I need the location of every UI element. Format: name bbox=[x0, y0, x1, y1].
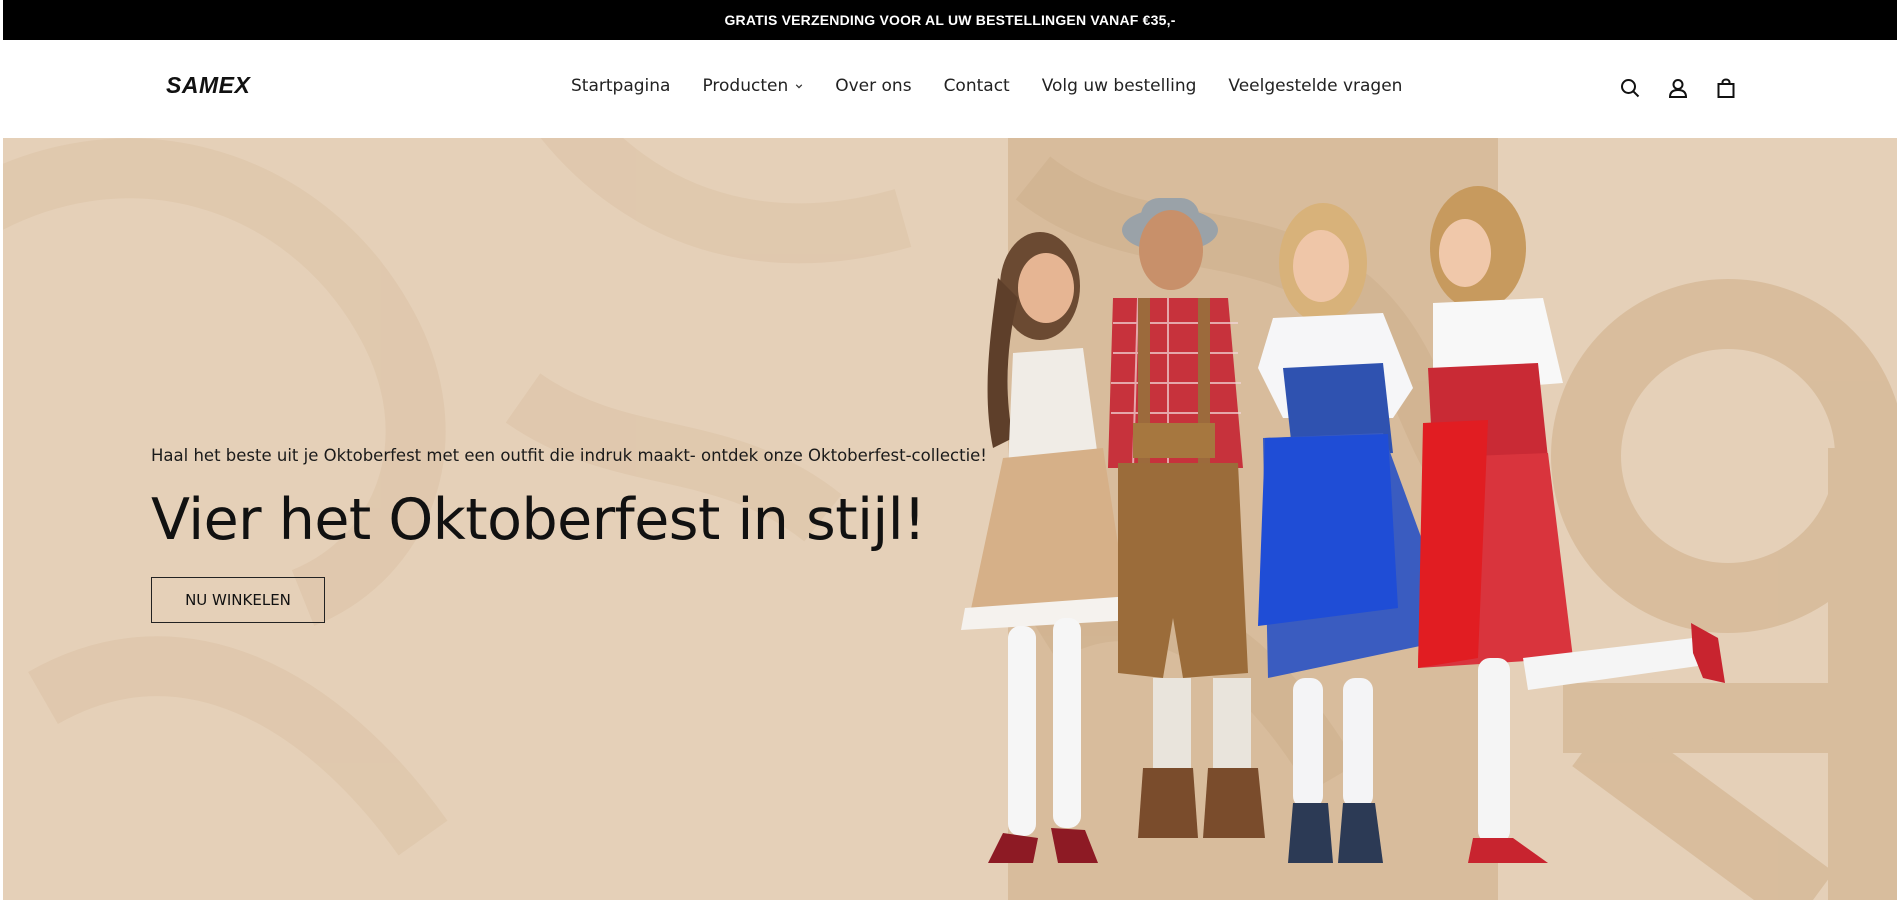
shop-now-button[interactable]: NU WINKELEN bbox=[151, 577, 325, 623]
cart-icon bbox=[1717, 78, 1735, 98]
chevron-down-icon bbox=[796, 84, 803, 89]
account-button[interactable] bbox=[1666, 76, 1690, 100]
search-icon bbox=[1621, 79, 1640, 98]
nav-item-label: Veelgestelde vragen bbox=[1228, 76, 1403, 96]
nav-item-label: Volg uw bestelling bbox=[1041, 76, 1197, 96]
hero-title: Vier het Oktoberfest in stijl! bbox=[151, 487, 926, 553]
nav-item-volg-uw-bestelling[interactable]: Volg uw bestelling bbox=[1042, 76, 1197, 96]
logo[interactable]: SAMEX bbox=[166, 72, 250, 99]
nav-item-startpagina[interactable]: Startpagina bbox=[571, 76, 670, 96]
nav-item-label: Contact bbox=[943, 76, 1010, 96]
hero-subtitle: Haal het beste uit je Oktoberfest met ee… bbox=[151, 446, 987, 465]
nav-item-contact[interactable]: Contact bbox=[944, 76, 1010, 96]
site-header: SAMEX Startpagina Producten Over ons Con… bbox=[3, 40, 1897, 138]
account-icon bbox=[1668, 79, 1688, 98]
hero-content: Haal het beste uit je Oktoberfest met ee… bbox=[151, 446, 987, 623]
search-button[interactable] bbox=[1618, 76, 1642, 100]
main-nav: Startpagina Producten Over ons Contact V… bbox=[571, 76, 1402, 96]
nav-item-producten[interactable]: Producten bbox=[702, 76, 803, 96]
nav-item-label: Producten bbox=[702, 76, 789, 96]
announcement-bar: GRATIS VERZENDING VOOR AL UW BESTELLINGE… bbox=[3, 0, 1897, 40]
hero-banner: Haal het beste uit je Oktoberfest met ee… bbox=[3, 138, 1897, 900]
model-woman-red-dirndl bbox=[1418, 186, 1725, 863]
announcement-text: GRATIS VERZENDING VOOR AL UW BESTELLINGE… bbox=[724, 12, 1176, 28]
header-icons bbox=[1618, 76, 1738, 100]
model-man-lederhosen bbox=[1108, 198, 1265, 838]
nav-item-label: Startpagina bbox=[571, 76, 671, 96]
cart-button[interactable] bbox=[1714, 76, 1738, 100]
shop-now-label: NU WINKELEN bbox=[185, 591, 291, 609]
nav-item-over-ons[interactable]: Over ons bbox=[835, 76, 911, 96]
nav-item-veelgestelde-vragen[interactable]: Veelgestelde vragen bbox=[1228, 76, 1402, 96]
nav-item-label: Over ons bbox=[835, 76, 912, 96]
